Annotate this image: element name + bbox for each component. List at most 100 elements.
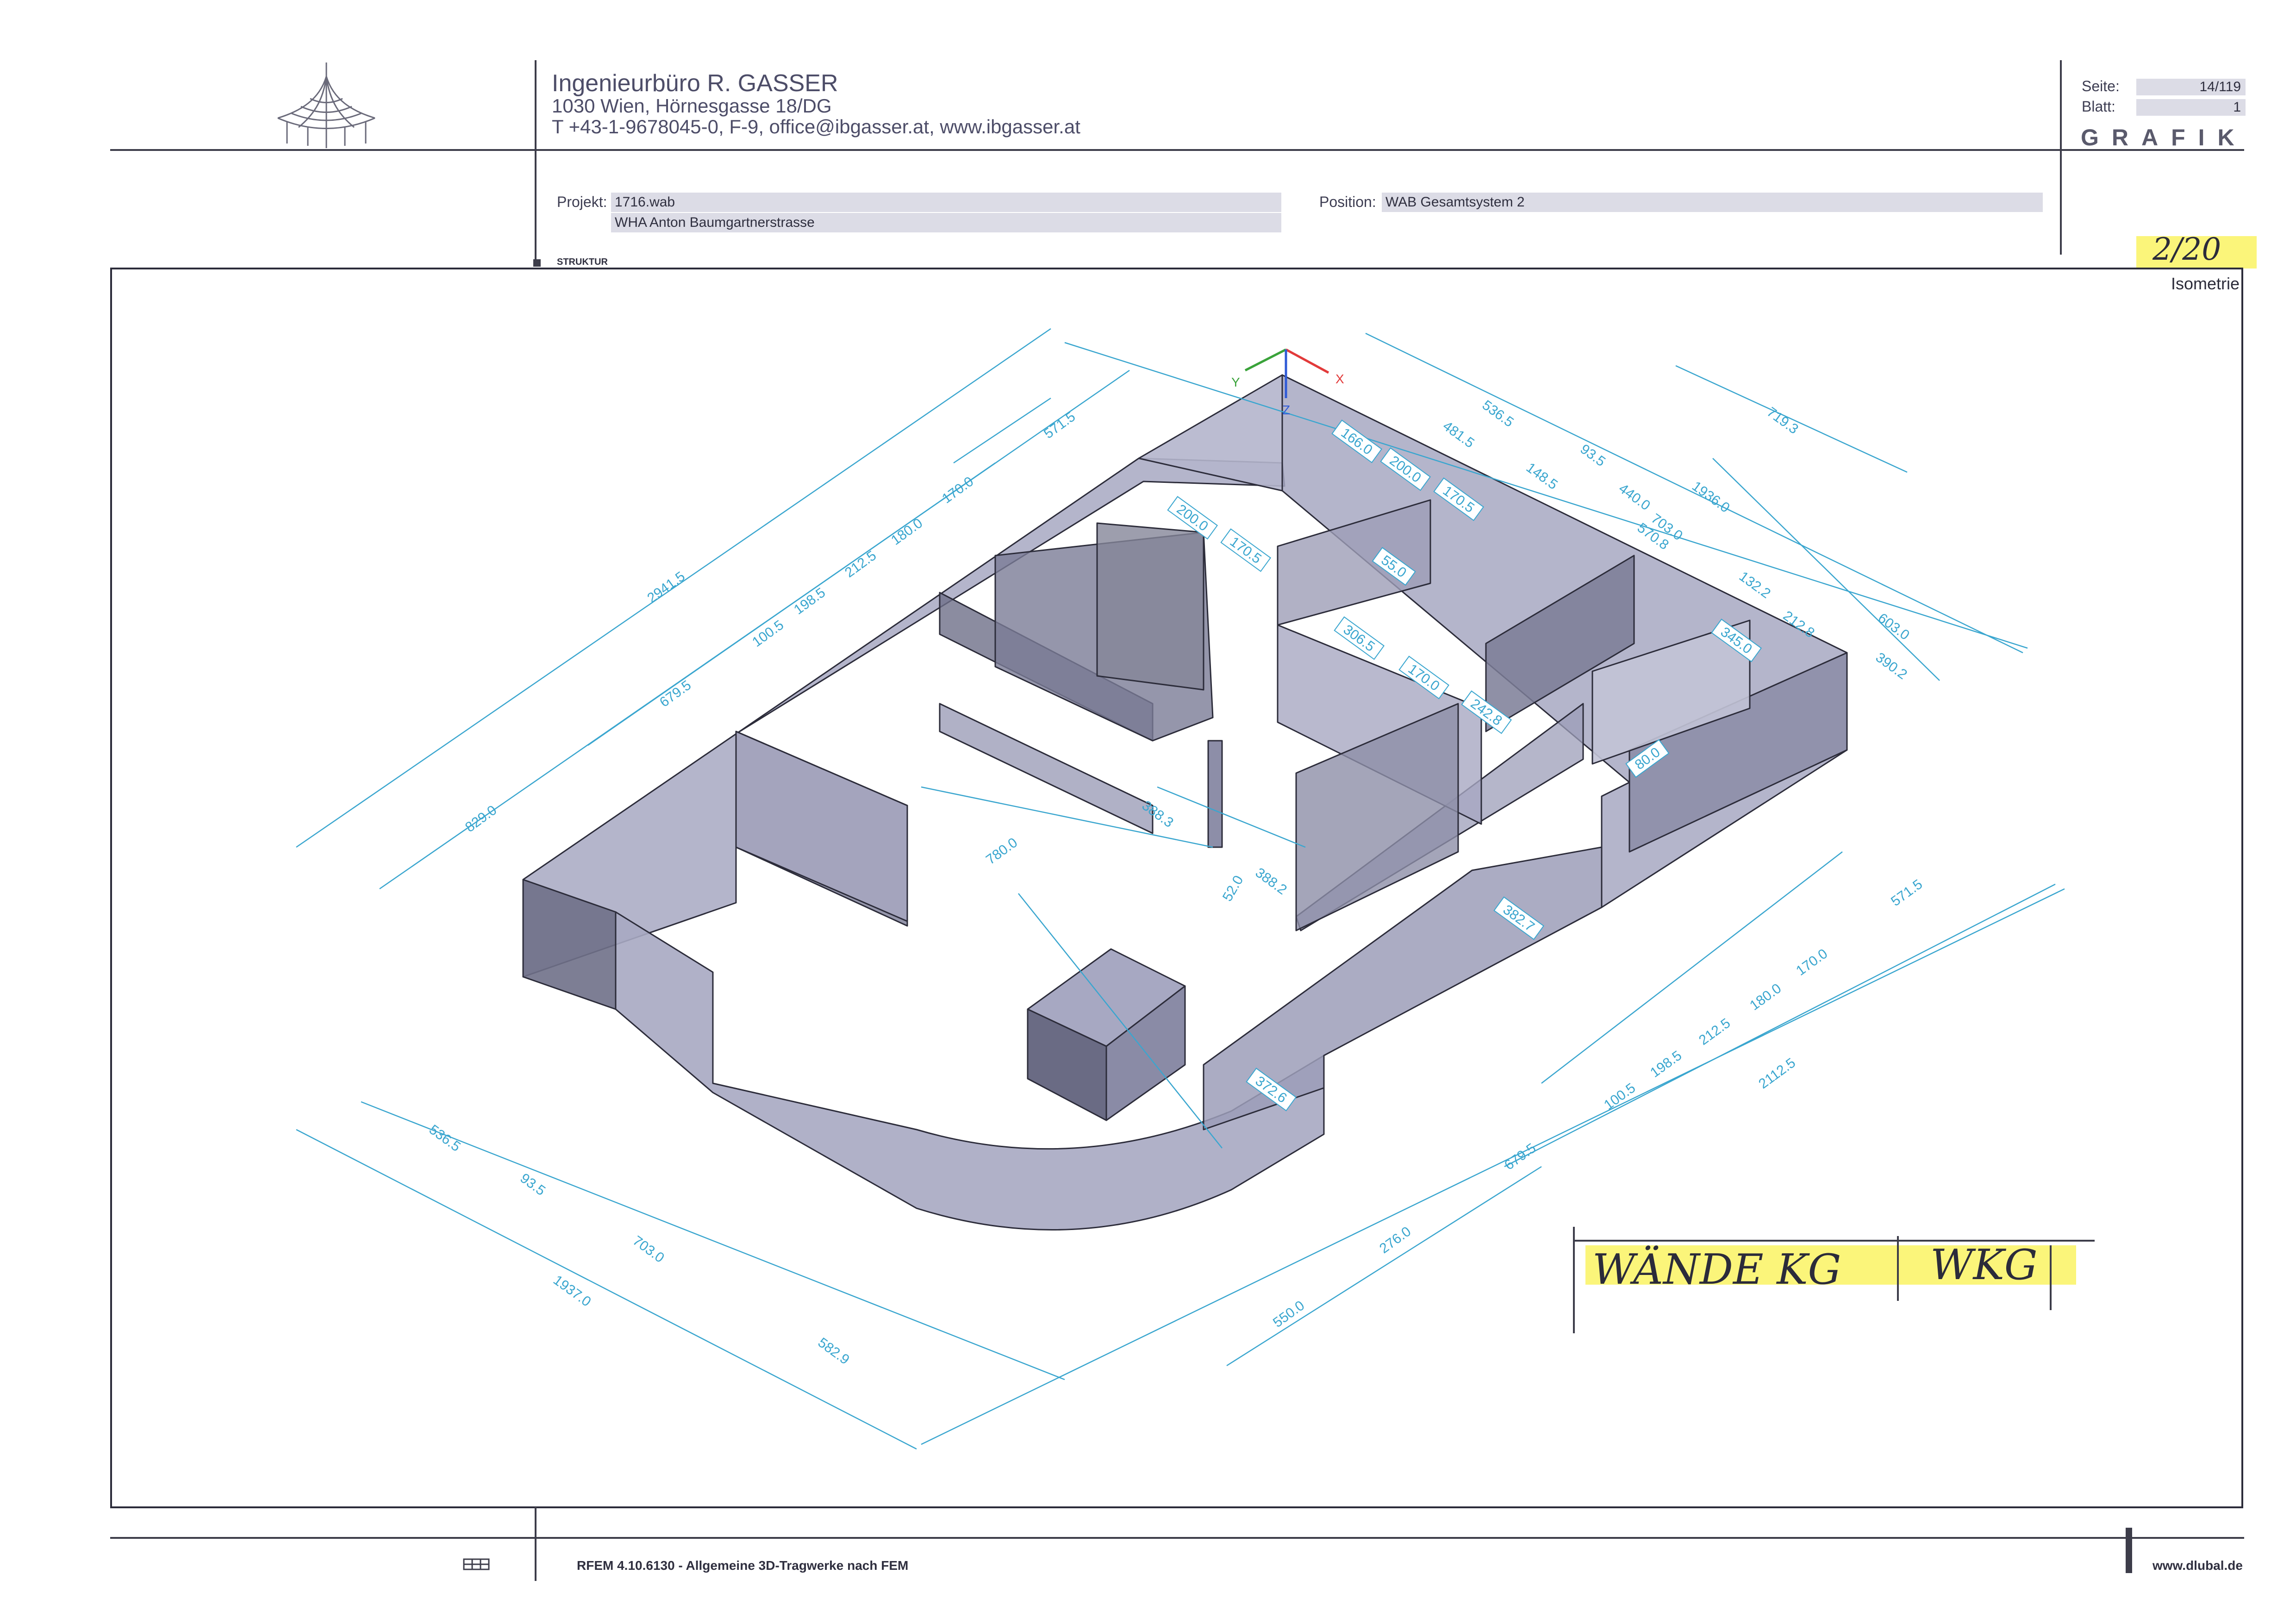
dimension-line	[1157, 786, 1306, 848]
dimension-label: 388.2	[1253, 865, 1290, 898]
title-block-divider-2	[1897, 1236, 1899, 1301]
svg-text:719.3: 719.3	[1764, 404, 1801, 437]
dimension-label: 93.5	[1578, 441, 1609, 469]
x-axis-icon	[1285, 348, 1329, 374]
dimension-label: 100.5	[749, 617, 786, 650]
svg-text:212.5: 212.5	[842, 548, 879, 581]
z-axis-label: Z	[1282, 403, 1290, 417]
dimension-label: 550.0	[1270, 1298, 1307, 1330]
svg-text:1936.0: 1936.0	[1689, 478, 1733, 516]
dimension-label: 829.0	[462, 802, 499, 835]
dimension-label: 679.5	[1502, 1140, 1539, 1173]
svg-text:1937.0: 1937.0	[550, 1272, 594, 1310]
dimension-line	[953, 397, 1051, 464]
x-axis-label: X	[1335, 372, 1344, 386]
svg-text:440.0: 440.0	[1616, 481, 1653, 513]
dimension-label: 2112.5	[1756, 1055, 1798, 1092]
svg-text:571.5: 571.5	[1041, 409, 1078, 442]
svg-text:2112.5: 2112.5	[1756, 1055, 1798, 1092]
title-block-divider-3	[2050, 1245, 2052, 1310]
dimension-label: 132.2	[1736, 568, 1773, 601]
isometric-wall-model: 2941.5 571.5 679.5 829.0 100.5198.5 212.5 180.…	[296, 328, 2065, 1450]
svg-text:571.5: 571.5	[1888, 876, 1925, 909]
handwritten-title-right: WKG	[1930, 1241, 2038, 1289]
svg-text:780.0: 780.0	[983, 835, 1020, 868]
svg-text:200.0: 200.0	[1174, 501, 1211, 534]
dimension-label: 440.0	[1616, 481, 1653, 513]
dimension-label: 2941.5	[644, 568, 688, 606]
y-axis-icon	[1244, 348, 1287, 372]
svg-text:93.5: 93.5	[1578, 441, 1609, 469]
svg-text:148.5: 148.5	[1523, 460, 1560, 493]
svg-text:829.0: 829.0	[462, 802, 499, 835]
handwritten-title-left: WÄNDE KG	[1592, 1245, 1841, 1294]
dimension-label: 1937.0	[550, 1272, 594, 1310]
dimension-label: 536.5	[426, 1122, 463, 1155]
svg-text:481.5: 481.5	[1440, 418, 1477, 451]
dimension-label: 212.5	[1696, 1015, 1733, 1048]
svg-text:93.5: 93.5	[518, 1170, 549, 1199]
svg-text:536.5: 536.5	[426, 1122, 463, 1155]
footer-divider	[535, 1507, 537, 1581]
dimension-label: 276.0	[1377, 1224, 1414, 1256]
svg-text:100.5: 100.5	[749, 617, 786, 650]
svg-text:2941.5: 2941.5	[644, 568, 688, 606]
svg-text:276.0: 276.0	[1377, 1224, 1414, 1256]
wall-post	[1207, 740, 1223, 848]
dimension-label: 1936.0	[1689, 478, 1733, 516]
dimension-label: 536.5	[1479, 397, 1516, 430]
dimension-label: 571.5	[1041, 409, 1078, 442]
footer-bar-marker	[2126, 1528, 2132, 1573]
svg-text:170.0: 170.0	[1793, 946, 1830, 979]
dimension-label: 719.3	[1764, 404, 1801, 437]
dimension-label: 679.5	[657, 677, 694, 710]
dimension-label: 180.0	[1747, 981, 1784, 1013]
dimension-label: 703.0	[630, 1233, 667, 1266]
dimension-label: 212.5	[842, 548, 879, 581]
svg-text:603.0: 603.0	[1875, 610, 1912, 643]
svg-text:180.0: 180.0	[888, 515, 925, 548]
svg-text:703.0: 703.0	[630, 1233, 667, 1266]
dimension-label: 571.5	[1888, 876, 1925, 909]
svg-text:679.5: 679.5	[657, 677, 694, 710]
svg-text:212.5: 212.5	[1696, 1015, 1733, 1048]
dimension-label: 390.2	[1873, 650, 1910, 682]
svg-text:132.2: 132.2	[1736, 568, 1773, 601]
dimension-label: 603.0	[1875, 610, 1912, 643]
dimension-label: 52.0	[1220, 873, 1247, 904]
svg-text:390.2: 390.2	[1873, 650, 1910, 682]
dimension-label: 180.0	[888, 515, 925, 548]
dimension-label: 93.5	[518, 1170, 549, 1199]
svg-text:306.5: 306.5	[1341, 622, 1378, 655]
dimension-label: 148.5	[1523, 460, 1560, 493]
svg-text:52.0: 52.0	[1220, 873, 1247, 904]
rfem-logo-icon	[463, 1558, 490, 1570]
title-block-divider-1	[1573, 1227, 1575, 1333]
svg-text:550.0: 550.0	[1270, 1298, 1307, 1330]
svg-text:536.5: 536.5	[1479, 397, 1516, 430]
dimension-line	[1504, 883, 2056, 1168]
dimension-label: 170.5	[1220, 528, 1272, 572]
footer-website: www.dlubal.de	[2152, 1558, 2243, 1573]
svg-text:180.0: 180.0	[1747, 981, 1784, 1013]
svg-text:582.9: 582.9	[815, 1335, 852, 1368]
wall-inner-4	[1096, 522, 1204, 691]
svg-text:170.0: 170.0	[939, 474, 976, 506]
dimension-label: 198.5	[791, 585, 828, 618]
dimension-label: 170.0	[1793, 946, 1830, 979]
dimension-label: 582.9	[815, 1335, 852, 1368]
dimension-label: 481.5	[1440, 418, 1477, 451]
drawing-sheet: { "header": { "company_name": "Ingenieur…	[0, 0, 2296, 1624]
y-axis-label: Y	[1231, 375, 1240, 389]
dimension-line	[296, 1129, 917, 1450]
dimension-label: 170.0	[939, 474, 976, 506]
wall-small-left-box	[735, 731, 908, 922]
footer-rule	[110, 1537, 2244, 1539]
svg-text:198.5: 198.5	[791, 585, 828, 618]
dimension-line	[1226, 1166, 1542, 1367]
dimension-label: 780.0	[983, 835, 1020, 868]
svg-text:679.5: 679.5	[1502, 1140, 1539, 1173]
footer-software: RFEM 4.10.6130 - Allgemeine 3D-Tragwerke…	[577, 1558, 909, 1573]
svg-text:170.5: 170.5	[1227, 534, 1264, 567]
svg-text:388.2: 388.2	[1253, 865, 1290, 898]
